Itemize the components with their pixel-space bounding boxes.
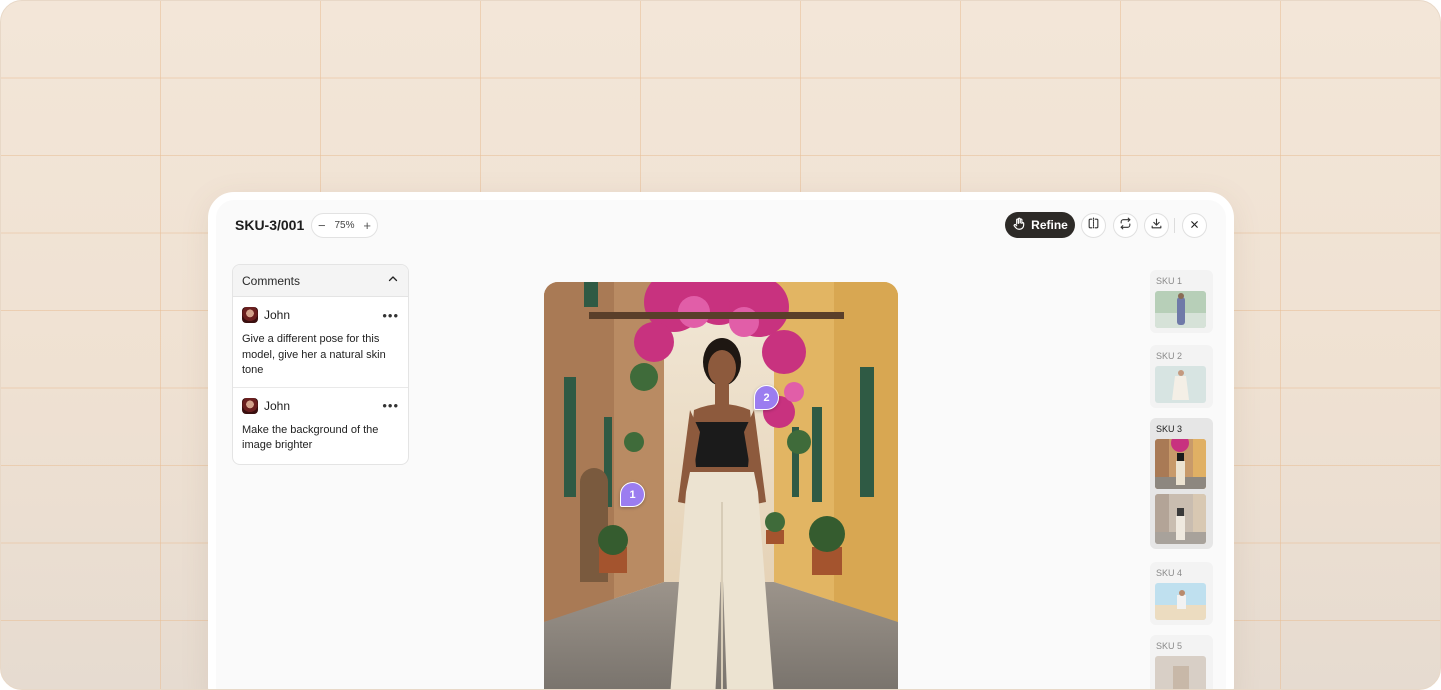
- sku-label: SKU 2: [1156, 351, 1183, 361]
- annotation-pin-1[interactable]: 1: [620, 482, 645, 507]
- comments-title: Comments: [242, 273, 301, 288]
- swap-button[interactable]: [1113, 213, 1138, 238]
- more-icon[interactable]: •••: [382, 398, 399, 413]
- sku-item[interactable]: SKU 5: [1150, 635, 1213, 689]
- sku-label: SKU 1: [1156, 276, 1183, 286]
- alley-photo-illustration: [544, 282, 898, 689]
- comment-item[interactable]: John ••• Give a different pose for this …: [233, 297, 408, 388]
- close-button[interactable]: [1182, 213, 1207, 238]
- compare-button[interactable]: [1081, 213, 1106, 238]
- download-button[interactable]: [1144, 213, 1169, 238]
- comment-author: John: [264, 398, 291, 413]
- image-review-window: SKU-3/001 − 75% + Refine Comments John •…: [208, 192, 1234, 689]
- compare-icon: [1087, 217, 1100, 235]
- zoom-out-icon[interactable]: −: [318, 219, 326, 232]
- zoom-control: − 75% +: [311, 213, 378, 238]
- refine-button[interactable]: Refine: [1005, 212, 1075, 238]
- sku-thumbnail[interactable]: [1155, 439, 1206, 489]
- sku-thumbnail[interactable]: [1155, 583, 1206, 620]
- main-product-image[interactable]: 1 2: [544, 282, 898, 689]
- comment-item[interactable]: John ••• Make the background of the imag…: [233, 388, 408, 462]
- background-canvas: SKU-3/001 − 75% + Refine Comments John •…: [0, 0, 1441, 690]
- close-icon: [1189, 217, 1200, 235]
- sku-item[interactable]: SKU 1: [1150, 270, 1213, 333]
- sku-thumbnail[interactable]: [1155, 291, 1206, 328]
- comments-header[interactable]: Comments: [233, 265, 408, 297]
- comment-author: John: [264, 308, 291, 322]
- comment-text: Give a different pose for this model, gi…: [242, 333, 386, 376]
- sku-label: SKU 4: [1156, 568, 1183, 578]
- sku-item[interactable]: SKU 2: [1150, 345, 1213, 408]
- download-icon: [1150, 217, 1163, 235]
- comments-panel: Comments John ••• Give a different pose …: [232, 264, 409, 465]
- zoom-in-icon[interactable]: +: [363, 219, 371, 232]
- swap-icon: [1119, 217, 1132, 235]
- toolbar-divider: [1174, 218, 1175, 233]
- hand-icon: [1012, 217, 1026, 234]
- sku-item-active[interactable]: SKU 3: [1150, 418, 1213, 549]
- page-title: SKU-3/001: [235, 217, 305, 233]
- annotation-pin-2[interactable]: 2: [754, 385, 779, 410]
- sku-thumbnail[interactable]: [1155, 366, 1206, 403]
- sku-thumbnail[interactable]: [1155, 656, 1206, 689]
- sku-label: SKU 5: [1156, 641, 1183, 651]
- avatar: [242, 307, 258, 323]
- zoom-level: 75%: [334, 220, 355, 231]
- sku-item[interactable]: SKU 4: [1150, 562, 1213, 625]
- sku-label: SKU 3: [1156, 424, 1183, 434]
- refine-label: Refine: [1031, 218, 1068, 232]
- avatar: [242, 397, 258, 414]
- chevron-up-icon[interactable]: [387, 273, 399, 288]
- comment-text: Make the background of the image brighte…: [242, 423, 379, 452]
- sku-thumbnail[interactable]: [1155, 494, 1206, 544]
- more-icon[interactable]: •••: [382, 308, 399, 323]
